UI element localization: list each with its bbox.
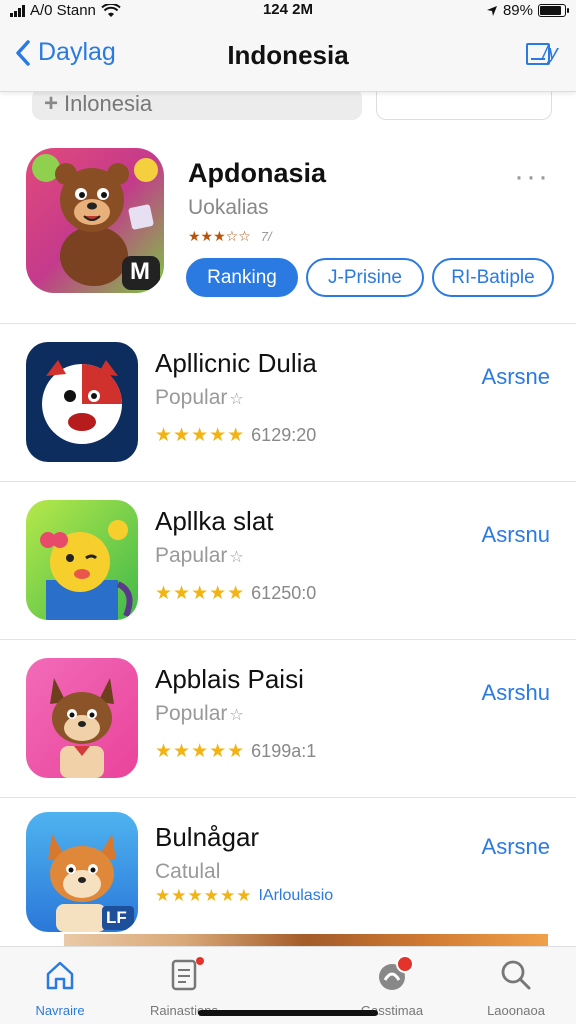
batiple-button[interactable]: RI-Batiple bbox=[432, 258, 554, 297]
featured-app-name: Apdonasia bbox=[188, 158, 327, 188]
rating-count: 6199a:1 bbox=[251, 741, 317, 761]
get-button[interactable]: Asrshu bbox=[482, 680, 550, 706]
rating-stars: ★★★★★ bbox=[155, 425, 246, 446]
featured-rating-text: 7/ bbox=[260, 229, 272, 244]
banner-image[interactable] bbox=[64, 934, 548, 946]
rating-count: 6129:20 bbox=[251, 425, 317, 445]
app-category: Popular ☆ bbox=[155, 386, 244, 410]
app-category-label: Catulal bbox=[155, 860, 221, 883]
featured-stars: ★★★☆☆ bbox=[188, 228, 251, 244]
status-bar: A/0 Stann 124 2M 89% bbox=[0, 0, 576, 22]
navigation-bar: Daylag Indonesia /y bbox=[0, 22, 576, 92]
featured-app-rating: ★★★☆☆ 7/ bbox=[188, 228, 272, 245]
app-category-label: Popular bbox=[155, 702, 228, 725]
home-indicator[interactable] bbox=[198, 1010, 378, 1016]
app-icon bbox=[26, 500, 138, 620]
app-icon: LF bbox=[26, 812, 138, 932]
star-outline-icon: ☆ bbox=[229, 707, 244, 724]
get-button[interactable]: Asrsne bbox=[482, 834, 550, 860]
app-icon bbox=[26, 658, 138, 778]
search-strip: + Inlonesia bbox=[0, 88, 576, 122]
app-icon-letters: LF bbox=[106, 908, 127, 927]
more-options-button[interactable]: ··· bbox=[514, 162, 550, 192]
edit-button[interactable]: /y bbox=[526, 42, 558, 65]
tab-recommendations[interactable]: Rainastions bbox=[124, 955, 244, 1018]
featured-icon-letter: M bbox=[130, 258, 150, 285]
tab-label: Laoonaoa bbox=[487, 1003, 545, 1018]
featured-button-group: Ranking J-Prisine RI-Batiple bbox=[186, 258, 554, 297]
featured-app[interactable]: M Apdonasia Uokalias ★★★☆☆ 7/ ··· Rankin… bbox=[0, 148, 576, 324]
rating-stars: ★★★★★★ bbox=[155, 886, 253, 905]
tab-home[interactable]: Navraire bbox=[0, 955, 120, 1018]
search-input[interactable]: + Inlonesia bbox=[32, 88, 362, 120]
battery-icon bbox=[538, 4, 569, 17]
app-category-label: Papular bbox=[155, 544, 228, 567]
app-rating: ★★★★★ 6199a:1 bbox=[155, 740, 316, 763]
notification-dot bbox=[196, 957, 204, 965]
star-outline-icon: ☆ bbox=[229, 391, 244, 408]
tab-bar: Navraire Rainastions Gasstimaa Laoonaoa bbox=[0, 946, 576, 1024]
tab-games[interactable]: Gasstimaa bbox=[332, 955, 452, 1018]
app-category: Popular ☆ bbox=[155, 702, 244, 726]
compose-icon bbox=[526, 42, 551, 65]
battery-percent: 89% bbox=[502, 2, 533, 19]
page-title: Indonesia bbox=[227, 40, 349, 70]
prisine-button[interactable]: J-Prisine bbox=[306, 258, 424, 297]
app-name: Apblais Paisi bbox=[155, 664, 304, 694]
app-name: Bulnågar bbox=[155, 822, 260, 852]
app-rating: ★★★★★★ IArloulasio bbox=[155, 886, 333, 906]
app-category: Papular ☆ bbox=[155, 544, 244, 568]
document-icon bbox=[171, 959, 197, 991]
list-item[interactable]: Apblais Paisi Popular ☆ ★★★★★ 6199a:1 Asr… bbox=[0, 640, 576, 798]
featured-app-subtitle: Uokalias bbox=[188, 196, 269, 219]
app-name: Apllka slat bbox=[155, 506, 274, 536]
notification-badge bbox=[396, 955, 414, 973]
home-icon bbox=[46, 961, 74, 990]
rating-count: 61250:0 bbox=[251, 583, 317, 603]
rating-stars: ★★★★★ bbox=[155, 741, 246, 762]
search-icon bbox=[501, 960, 531, 990]
add-icon: + bbox=[44, 90, 59, 117]
tab-search[interactable]: Laoonaoa bbox=[456, 955, 576, 1018]
star-outline-icon: ☆ bbox=[229, 549, 244, 566]
filter-segment[interactable] bbox=[376, 88, 552, 120]
location-arrow-icon bbox=[486, 5, 497, 16]
tab-label: Navraire bbox=[35, 1003, 85, 1018]
app-category: Catulal bbox=[155, 860, 220, 884]
list-item[interactable]: Apllicnic Dulia Popular ☆ ★★★★★ 6129:20 A… bbox=[0, 324, 576, 482]
app-rating: ★★★★★ 61250:0 bbox=[155, 582, 316, 605]
app-rating: ★★★★★ 6129:20 bbox=[155, 424, 316, 447]
status-right: 89% bbox=[486, 2, 569, 19]
search-value: Inlonesia bbox=[64, 91, 153, 116]
get-button[interactable]: Asrsne bbox=[482, 364, 550, 390]
rating-stars: ★★★★★ bbox=[155, 583, 246, 604]
featured-app-icon: M bbox=[26, 148, 164, 293]
get-button[interactable]: Asrsnu bbox=[482, 522, 550, 548]
app-name: Apllicnic Dulia bbox=[155, 348, 317, 378]
ranking-button[interactable]: Ranking bbox=[186, 258, 298, 297]
app-category-label: Popular bbox=[155, 386, 228, 409]
app-icon bbox=[26, 342, 138, 462]
rating-count: IArloulasio bbox=[258, 887, 334, 904]
list-item[interactable]: LF Bulnågar Catulal ★★★★★★ IArloulasio A… bbox=[0, 798, 576, 934]
list-item[interactable]: Apllka slat Papular ☆ ★★★★★ 61250:0 Asrsn… bbox=[0, 482, 576, 640]
